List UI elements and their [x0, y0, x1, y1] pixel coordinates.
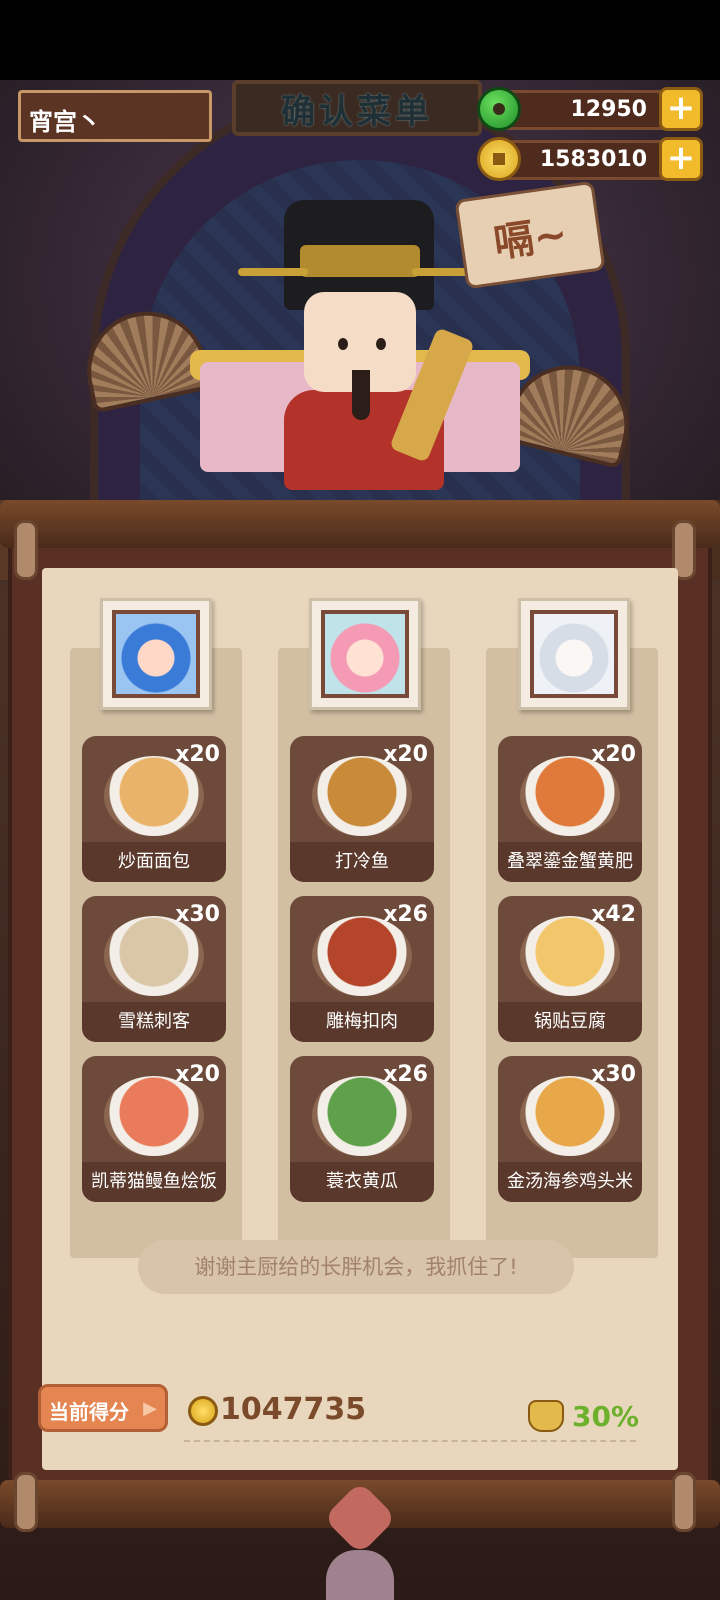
dish-image — [104, 916, 204, 996]
menu-plaque: 确认菜单 — [232, 80, 482, 136]
judge-character[interactable] — [238, 200, 482, 500]
dish-name: 锅贴豆腐 — [498, 1002, 642, 1042]
portrait-frame — [530, 610, 618, 698]
bonus-pot-icon — [528, 1400, 564, 1432]
tassel-ornament — [320, 1481, 400, 1600]
tassel-fringe — [326, 1550, 394, 1600]
dish-quantity: x20 — [383, 742, 428, 767]
dish-quantity: x42 — [591, 902, 636, 927]
add-coins-button[interactable]: + — [659, 137, 703, 181]
rod-cap-right — [672, 1472, 696, 1532]
dish-card[interactable]: x20 炒面面包 — [82, 736, 226, 882]
hat-band — [300, 245, 420, 277]
dish-image — [104, 1076, 204, 1156]
dish-quantity: x20 — [175, 742, 220, 767]
score-button-label: 当前得分 — [49, 1400, 129, 1424]
portrait-frame — [321, 610, 409, 698]
coin-counter: 1583010 + — [477, 137, 703, 181]
dish-image — [312, 1076, 412, 1156]
eye-left — [338, 338, 348, 350]
portrait-frame — [112, 610, 200, 698]
current-score-button[interactable]: 当前得分 ▶ — [38, 1384, 168, 1432]
speech-text: 嗝~ — [490, 211, 571, 267]
chef-portrait[interactable] — [518, 598, 630, 710]
dish-card[interactable]: x30 金汤海参鸡头米 — [498, 1056, 642, 1202]
dish-quantity: x26 — [383, 1062, 428, 1087]
jade-value: 12950 — [570, 97, 647, 122]
chef-portrait[interactable] — [100, 598, 212, 710]
dish-image — [520, 1076, 620, 1156]
add-jade-button[interactable]: + — [659, 87, 703, 131]
dish-card[interactable]: x20 凯蒂猫鳗鱼烩饭 — [82, 1056, 226, 1202]
dish-image — [312, 916, 412, 996]
dish-name: 炒面面包 — [82, 842, 226, 882]
dish-name: 打冷鱼 — [290, 842, 434, 882]
dish-name: 雪糕刺客 — [82, 1002, 226, 1042]
dish-card[interactable]: x42 锅贴豆腐 — [498, 896, 642, 1042]
coin-icon — [188, 1396, 218, 1426]
dish-name: 雕梅扣肉 — [290, 1002, 434, 1042]
dish-card[interactable]: x30 雪糕刺客 — [82, 896, 226, 1042]
jade-counter: 12950 + — [477, 87, 703, 131]
dish-image — [104, 756, 204, 836]
arrow-right-icon: ▶ — [143, 1398, 157, 1419]
dish-quantity: x26 — [383, 902, 428, 927]
dish-name: 凯蒂猫鳗鱼烩饭 — [82, 1162, 226, 1202]
scroll-rod-top — [0, 500, 720, 548]
score-divider — [184, 1440, 636, 1442]
chef-portrait[interactable] — [309, 598, 421, 710]
dish-card[interactable]: x20 叠翠鎏金蟹黄肥 — [498, 736, 642, 882]
dish-image — [520, 916, 620, 996]
dish-quantity: x30 — [175, 902, 220, 927]
dish-name: 叠翠鎏金蟹黄肥 — [498, 842, 642, 882]
rod-cap-left — [14, 520, 38, 580]
dish-quantity: x30 — [591, 1062, 636, 1087]
dish-card[interactable]: x26 雕梅扣肉 — [290, 896, 434, 1042]
speech-bubble: 嗝~ — [454, 180, 606, 290]
hat-wing-left — [238, 268, 308, 276]
dish-image — [312, 756, 412, 836]
judge-beard — [352, 370, 370, 420]
dish-quantity: x20 — [175, 1062, 220, 1087]
plaque-title: 确认菜单 — [281, 91, 433, 132]
dish-quantity: x20 — [591, 742, 636, 767]
bonus-percent: 30% — [572, 1400, 640, 1433]
rod-cap-left — [14, 1472, 38, 1532]
coin-icon — [477, 137, 521, 181]
jade-icon — [477, 87, 521, 131]
dish-name: 金汤海参鸡头米 — [498, 1162, 642, 1202]
customer-quote: 谢谢主厨给的长胖机会，我抓住了! — [138, 1240, 574, 1294]
score-value: 1047735 — [220, 1392, 367, 1427]
coin-value: 1583010 — [539, 147, 647, 172]
dish-card[interactable]: x20 打冷鱼 — [290, 736, 434, 882]
dish-card[interactable]: x26 蓑衣黄瓜 — [290, 1056, 434, 1202]
tassel-knot — [323, 1481, 397, 1555]
dish-name: 蓑衣黄瓜 — [290, 1162, 434, 1202]
player-name: 宵宫丶 — [18, 90, 212, 142]
dish-image — [520, 756, 620, 836]
eye-right — [376, 338, 386, 350]
